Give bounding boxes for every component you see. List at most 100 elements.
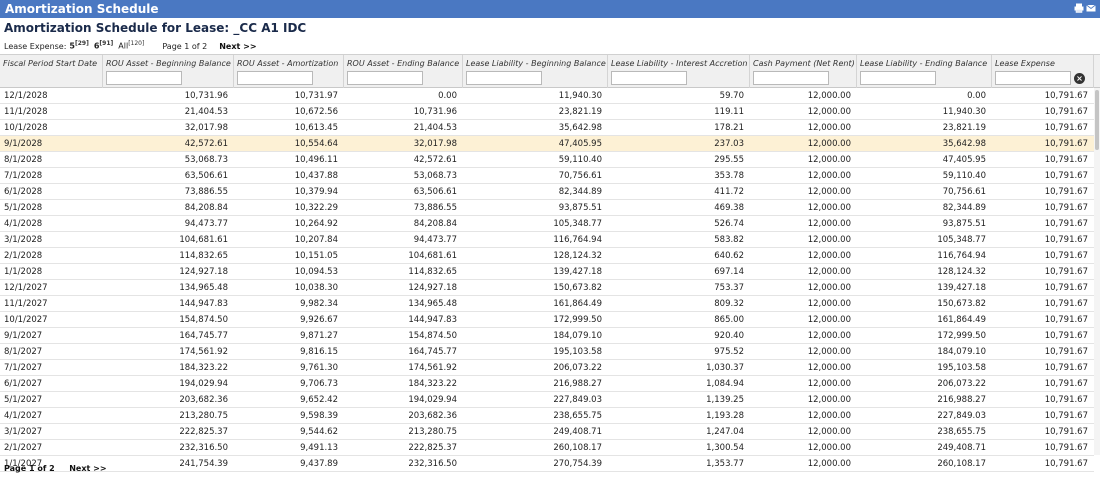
table-row[interactable]: 5/1/2027 203,682.36 9,652.42 194,029.94 227,…: [0, 392, 1094, 408]
window-titlebar: Amortization Schedule: [0, 0, 1100, 18]
table-cell: 12,000.00: [807, 347, 851, 357]
table-row[interactable]: 9/1/2028 42,572.61 10,554.64 32,017.98 47,40…: [0, 136, 1094, 152]
table-cell: 10,791.67: [1044, 91, 1088, 101]
table-cell: 47,405.95: [942, 155, 986, 165]
lease-expense-option-count: [91]: [99, 40, 114, 47]
column-filter-input[interactable]: [466, 71, 542, 85]
table-header: Fiscal Period Start Date ROU Asset - Begi…: [0, 55, 1100, 88]
table-cell: 12,000.00: [807, 91, 851, 101]
page-info: Page 1 of 2: [162, 41, 208, 51]
column-filter-input[interactable]: [347, 71, 423, 85]
lease-expense-option[interactable]: All[120]: [118, 40, 144, 51]
column-filter-input[interactable]: [237, 71, 313, 85]
vertical-scrollbar[interactable]: [1094, 88, 1100, 455]
table-row[interactable]: 4/1/2027 213,280.75 9,598.39 203,682.36 238,…: [0, 408, 1094, 424]
table-cell: 12,000.00: [807, 123, 851, 133]
column-header-label: Lease Liability - Beginning Balance: [466, 59, 606, 68]
table-row[interactable]: 8/1/2028 53,068.73 10,496.11 42,572.61 59,11…: [0, 152, 1094, 168]
table-cell: 12,000.00: [807, 299, 851, 309]
table-row[interactable]: 7/1/2028 63,506.61 10,437.88 53,068.73 70,75…: [0, 168, 1094, 184]
table-cell: 10,791.67: [1044, 315, 1088, 325]
table-cell: 10,791.67: [1044, 331, 1088, 341]
table-cell: 249,408.71: [553, 427, 602, 437]
next-page-link[interactable]: Next >>: [219, 42, 256, 51]
column-filter-input[interactable]: [753, 71, 829, 85]
table-cell: 10,554.64: [294, 139, 338, 149]
pager-top: Lease Expense: 5[29] 6[91] All[120] Page 1…: [4, 40, 257, 51]
table-row[interactable]: 5/1/2028 84,208.84 10,322.29 73,886.55 93,87…: [0, 200, 1094, 216]
table-row[interactable]: 10/1/2028 32,017.98 10,613.45 21,404.53 35,6…: [0, 120, 1094, 136]
table-row[interactable]: 2/1/2028 114,832.65 10,151.05 104,681.61 128…: [0, 248, 1094, 264]
table-row[interactable]: 6/1/2027 194,029.94 9,706.73 184,323.22 216,…: [0, 376, 1094, 392]
scrollbar-thumb[interactable]: [1095, 90, 1099, 150]
table-cell: 10,322.29: [294, 203, 338, 213]
table-cell: 697.14: [714, 267, 744, 277]
table-cell: 35,642.98: [942, 139, 986, 149]
column-header[interactable]: Lease Liability - Beginning Balance: [463, 55, 608, 88]
table-cell: 213,280.75: [408, 427, 457, 437]
table-row[interactable]: 3/1/2028 104,681.61 10,207.84 94,473.77 116,…: [0, 232, 1094, 248]
table-cell: 10,791.67: [1044, 203, 1088, 213]
table-cell: 53,068.73: [413, 171, 457, 181]
column-header[interactable]: Lease Liability - Ending Balance: [857, 55, 992, 88]
table-cell: 195,103.58: [553, 347, 602, 357]
table-cell: 174,561.92: [408, 363, 457, 373]
table-cell: 10,791.67: [1044, 235, 1088, 245]
table-cell: 10,672.56: [294, 107, 338, 117]
table-cell: 237.03: [714, 139, 744, 149]
page-info-bottom: Page 1 of 2: [4, 464, 55, 473]
table-cell: 59,110.40: [558, 155, 602, 165]
column-filter-input[interactable]: [611, 71, 687, 85]
table-cell: 12,000.00: [807, 155, 851, 165]
table-row[interactable]: 8/1/2027 174,561.92 9,816.15 164,745.77 195,…: [0, 344, 1094, 360]
email-icon[interactable]: [1086, 3, 1096, 13]
table-cell: 154,874.50: [179, 315, 228, 325]
table-row[interactable]: 12/1/2027 134,965.48 10,038.30 124,927.18 15…: [0, 280, 1094, 296]
column-header[interactable]: ROU Asset - Ending Balance: [344, 55, 463, 88]
table-cell: 94,473.77: [184, 219, 228, 229]
column-header[interactable]: Fiscal Period Start Date: [0, 55, 103, 88]
table-cell: 10,791.67: [1044, 395, 1088, 405]
lease-expense-option-count: [120]: [128, 40, 145, 47]
table-row[interactable]: 11/1/2028 21,404.53 10,672.56 10,731.96 23,8…: [0, 104, 1094, 120]
column-header[interactable]: ROU Asset - Beginning Balance: [103, 55, 234, 88]
column-header[interactable]: Cash Payment (Net Rent): [750, 55, 857, 88]
table-cell: 227,849.03: [553, 395, 602, 405]
table-cell: 10,791.67: [1044, 251, 1088, 261]
table-cell: 10,151.05: [294, 251, 338, 261]
column-filter-input[interactable]: [860, 71, 936, 85]
table-row[interactable]: 1/1/2028 124,927.18 10,094.53 114,832.65 139…: [0, 264, 1094, 280]
column-header[interactable]: ROU Asset - Amortization: [234, 55, 344, 88]
column-filter-input[interactable]: [106, 71, 182, 85]
column-filter-input[interactable]: [995, 71, 1071, 85]
clear-filters-icon[interactable]: ×: [1074, 73, 1085, 84]
table-row[interactable]: 7/1/2027 184,323.22 9,761.30 174,561.92 206,…: [0, 360, 1094, 376]
table-cell: 84,208.84: [184, 203, 228, 213]
lease-expense-option[interactable]: 6[91]: [94, 40, 113, 51]
next-page-link-bottom[interactable]: Next >>: [69, 464, 106, 473]
table-cell: 11,940.30: [558, 91, 602, 101]
table-row[interactable]: 1/1/2027 241,754.39 9,437.89 232,316.50 270,…: [0, 456, 1094, 472]
table-cell: 10,613.45: [294, 123, 338, 133]
table-cell: 4/1/2028: [4, 219, 43, 229]
table-cell: 12,000.00: [807, 411, 851, 421]
table-row[interactable]: 6/1/2028 73,886.55 10,379.94 63,506.61 82,34…: [0, 184, 1094, 200]
table-row[interactable]: 10/1/2027 154,874.50 9,926.67 144,947.83 172…: [0, 312, 1094, 328]
table-cell: 32,017.98: [413, 139, 457, 149]
table-row[interactable]: 9/1/2027 164,745.77 9,871.27 154,874.50 184,…: [0, 328, 1094, 344]
column-header[interactable]: Lease Liability - Interest Accretion: [608, 55, 750, 88]
table-row[interactable]: 12/1/2028 10,731.96 10,731.97 0.00 11,940.30…: [0, 88, 1094, 104]
column-header-label: ROU Asset - Beginning Balance: [106, 59, 231, 68]
printer-icon[interactable]: [1074, 3, 1084, 13]
lease-expense-option[interactable]: 5[29]: [69, 40, 88, 51]
table-cell: 260,108.17: [553, 443, 602, 453]
table-row[interactable]: 3/1/2027 222,825.37 9,544.62 213,280.75 249,…: [0, 424, 1094, 440]
table-cell: 195,103.58: [937, 363, 986, 373]
table-cell: 184,323.22: [179, 363, 228, 373]
table-cell: 12,000.00: [807, 427, 851, 437]
table-row[interactable]: 2/1/2027 232,316.50 9,491.13 222,825.37 260,…: [0, 440, 1094, 456]
table-cell: 164,745.77: [408, 347, 457, 357]
table-cell: 9/1/2028: [4, 139, 43, 149]
table-row[interactable]: 4/1/2028 94,473.77 10,264.92 84,208.84 105,3…: [0, 216, 1094, 232]
table-row[interactable]: 11/1/2027 144,947.83 9,982.34 134,965.48 161…: [0, 296, 1094, 312]
